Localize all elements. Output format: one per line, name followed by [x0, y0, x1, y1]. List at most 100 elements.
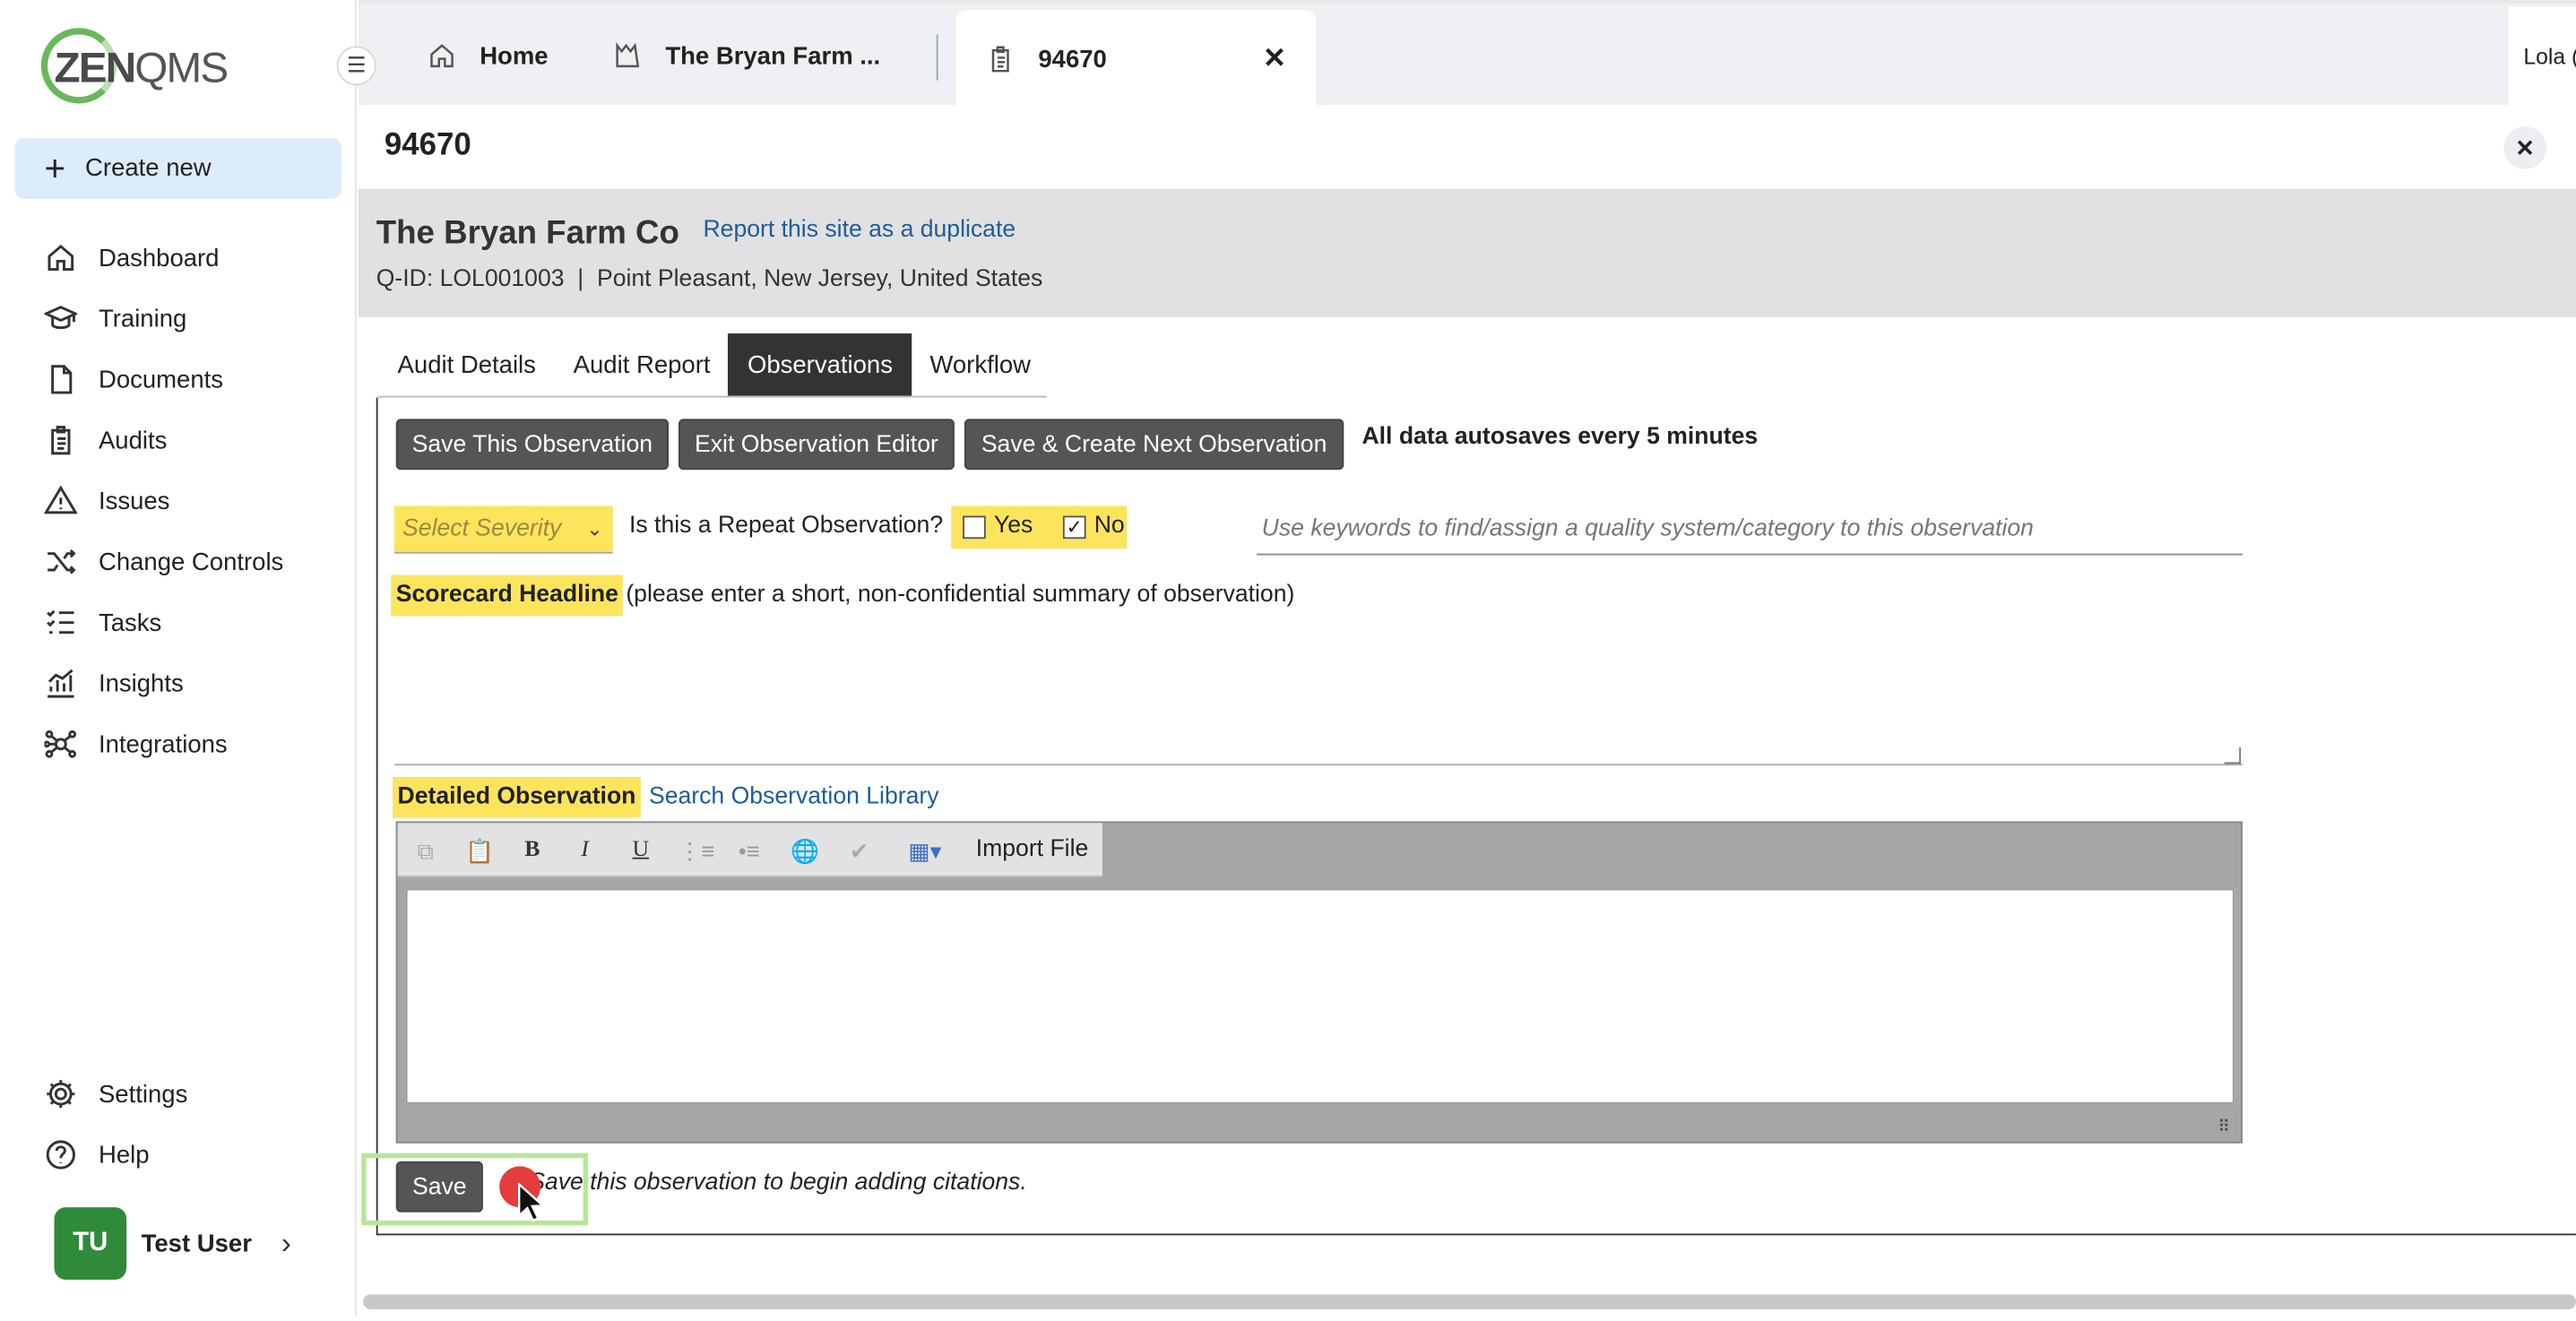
chart-icon [43, 665, 79, 701]
tab-bryan-farm[interactable]: The Bryan Farm ... [613, 6, 881, 105]
chevron-right-icon: › [281, 1226, 291, 1259]
bullet-list-icon[interactable]: •≡ [732, 834, 765, 868]
site-meta: Q-ID: LOL001003 | Point Pleasant, New Je… [376, 265, 1043, 293]
mouse-cursor-icon [518, 1182, 546, 1222]
close-icon[interactable]: ✕ [1263, 43, 1286, 76]
table-icon[interactable]: ▦▾ [900, 834, 949, 868]
close-icon: ✕ [2515, 134, 2535, 160]
sidebar-item-dashboard[interactable]: Dashboard [43, 235, 220, 281]
factory-icon [616, 42, 640, 68]
home-icon [430, 44, 454, 68]
tab-label: Home [480, 41, 549, 70]
keywords-input[interactable]: Use keywords to find/assign a quality sy… [1257, 506, 2243, 556]
severity-select[interactable]: Select Severity ⌄ [393, 505, 613, 554]
sidebar-item-label: Insights [98, 669, 184, 698]
sidebar-item-label: Documents [98, 365, 224, 393]
tab-94670[interactable]: 94670 ✕ [955, 9, 1317, 108]
resize-handle-icon[interactable] [2224, 747, 2242, 764]
account-label[interactable]: Lola (THIS IS A ZENQMS TEST ACCOUNT) [2508, 6, 2576, 108]
tab-audit-details[interactable]: Audit Details [378, 333, 556, 396]
sidebar-item-settings[interactable]: Settings [43, 1071, 188, 1117]
save-button[interactable]: Save [395, 1161, 483, 1213]
sidebar-item-label: Dashboard [98, 244, 220, 272]
sidebar-item-help[interactable]: Help [43, 1132, 150, 1178]
editor-toolbar: ⧉ 📋 B I U ⋮≡ •≡ 🌐 ✔ ▦▾ Import File [397, 823, 1102, 877]
create-new-button[interactable]: + Create new [14, 137, 342, 199]
numbered-list-icon[interactable]: ⋮≡ [679, 834, 715, 868]
tab-observations[interactable]: Observations [727, 333, 912, 396]
checklist-icon [43, 605, 79, 641]
sidebar-collapse-button[interactable]: ☰ [336, 46, 376, 86]
create-new-label: Create new [85, 154, 212, 183]
headline-hint: (please enter a short, non-confidential … [626, 581, 1295, 609]
user-menu[interactable]: TU Test User › [54, 1205, 333, 1281]
search-library-link[interactable]: Search Observation Library [649, 783, 939, 809]
resize-handle-icon[interactable]: ⠿ [2217, 1118, 2229, 1136]
sidebar-item-change-controls[interactable]: Change Controls [43, 539, 284, 584]
plus-icon: + [44, 147, 66, 188]
gear-icon [43, 1076, 79, 1112]
bold-icon[interactable]: B [516, 834, 549, 868]
underline-icon[interactable]: U [625, 834, 658, 868]
tab-workflow[interactable]: Workflow [910, 333, 1050, 396]
detailed-observation-label: Detailed Observation [393, 776, 641, 818]
sidebar-item-label: Audits [98, 426, 168, 454]
exit-editor-button[interactable]: Exit Observation Editor [678, 419, 955, 471]
home-icon [43, 240, 79, 276]
spellcheck-icon[interactable]: ✔ [843, 834, 876, 868]
document-icon [43, 361, 79, 397]
shuffle-icon [43, 544, 79, 580]
avatar: TU [54, 1207, 127, 1280]
close-record-button[interactable]: ✕ [2503, 126, 2546, 169]
help-icon [43, 1136, 79, 1172]
no-checkbox[interactable]: ✓ [1062, 515, 1086, 540]
warning-triangle-icon [43, 483, 79, 519]
network-icon [43, 726, 79, 762]
page-title: 94670 [384, 127, 471, 163]
detailed-observation-editor[interactable] [405, 888, 2235, 1104]
scorecard-headline-label: Scorecard Headline [391, 574, 624, 617]
repeat-question-label: Is this a Repeat Observation? [629, 512, 944, 540]
tab-label: 94670 [1038, 45, 1107, 73]
sidebar-item-documents[interactable]: Documents [43, 357, 223, 402]
headline-textarea[interactable] [393, 617, 2243, 766]
severity-placeholder: Select Severity [402, 515, 562, 542]
sidebar-item-label: Issues [98, 487, 170, 515]
autosave-note: All data autosaves every 5 minutes [1361, 423, 1759, 451]
import-file-button[interactable]: Import File [976, 836, 1089, 862]
repeat-options: Yes ✓ No [951, 505, 1128, 549]
paste-word-icon[interactable]: 📋 [463, 834, 497, 868]
tab-home[interactable]: Home [428, 6, 549, 105]
sidebar-item-training[interactable]: Training [43, 296, 187, 341]
sidebar: ZENQMS + Create new Dashboard Training D… [0, 0, 357, 1317]
clipboard-icon [43, 422, 79, 458]
sidebar-item-label: Help [98, 1140, 150, 1170]
sidebar-item-audits[interactable]: Audits [43, 418, 168, 463]
report-duplicate-link[interactable]: Report this site as a duplicate [703, 217, 1016, 243]
site-name: The Bryan Farm Co [376, 215, 679, 252]
link-icon[interactable]: 🌐 [789, 834, 822, 868]
horizontal-scrollbar[interactable] [363, 1294, 2576, 1309]
yes-label: Yes [993, 512, 1033, 540]
sidebar-item-label: Integrations [98, 730, 228, 758]
save-observation-button[interactable]: Save This Observation [395, 419, 669, 471]
sidebar-item-label: Change Controls [98, 548, 284, 576]
yes-checkbox[interactable] [963, 515, 986, 540]
sidebar-item-issues[interactable]: Issues [43, 478, 170, 523]
chevron-down-icon: ⌄ [586, 517, 603, 541]
user-name: Test User [141, 1229, 252, 1258]
menu-icon: ☰ [347, 52, 367, 78]
zenqms-logo[interactable]: ZENQMS [40, 26, 255, 108]
tab-bar: Home The Bryan Farm ... 94670 ✕ Lola (TH… [358, 0, 2576, 108]
sidebar-item-insights[interactable]: Insights [43, 660, 184, 706]
clipboard-icon [991, 46, 1009, 73]
copy-icon[interactable]: ⧉ [409, 834, 442, 868]
graduation-cap-icon [43, 300, 79, 336]
tab-audit-report[interactable]: Audit Report [554, 333, 730, 396]
italic-icon[interactable]: I [568, 834, 601, 868]
save-create-next-button[interactable]: Save & Create Next Observation [964, 419, 1344, 471]
sidebar-item-integrations[interactable]: Integrations [43, 721, 228, 767]
site-header [358, 188, 2576, 317]
sidebar-item-tasks[interactable]: Tasks [43, 600, 161, 645]
tab-label: The Bryan Farm ... [665, 41, 881, 70]
